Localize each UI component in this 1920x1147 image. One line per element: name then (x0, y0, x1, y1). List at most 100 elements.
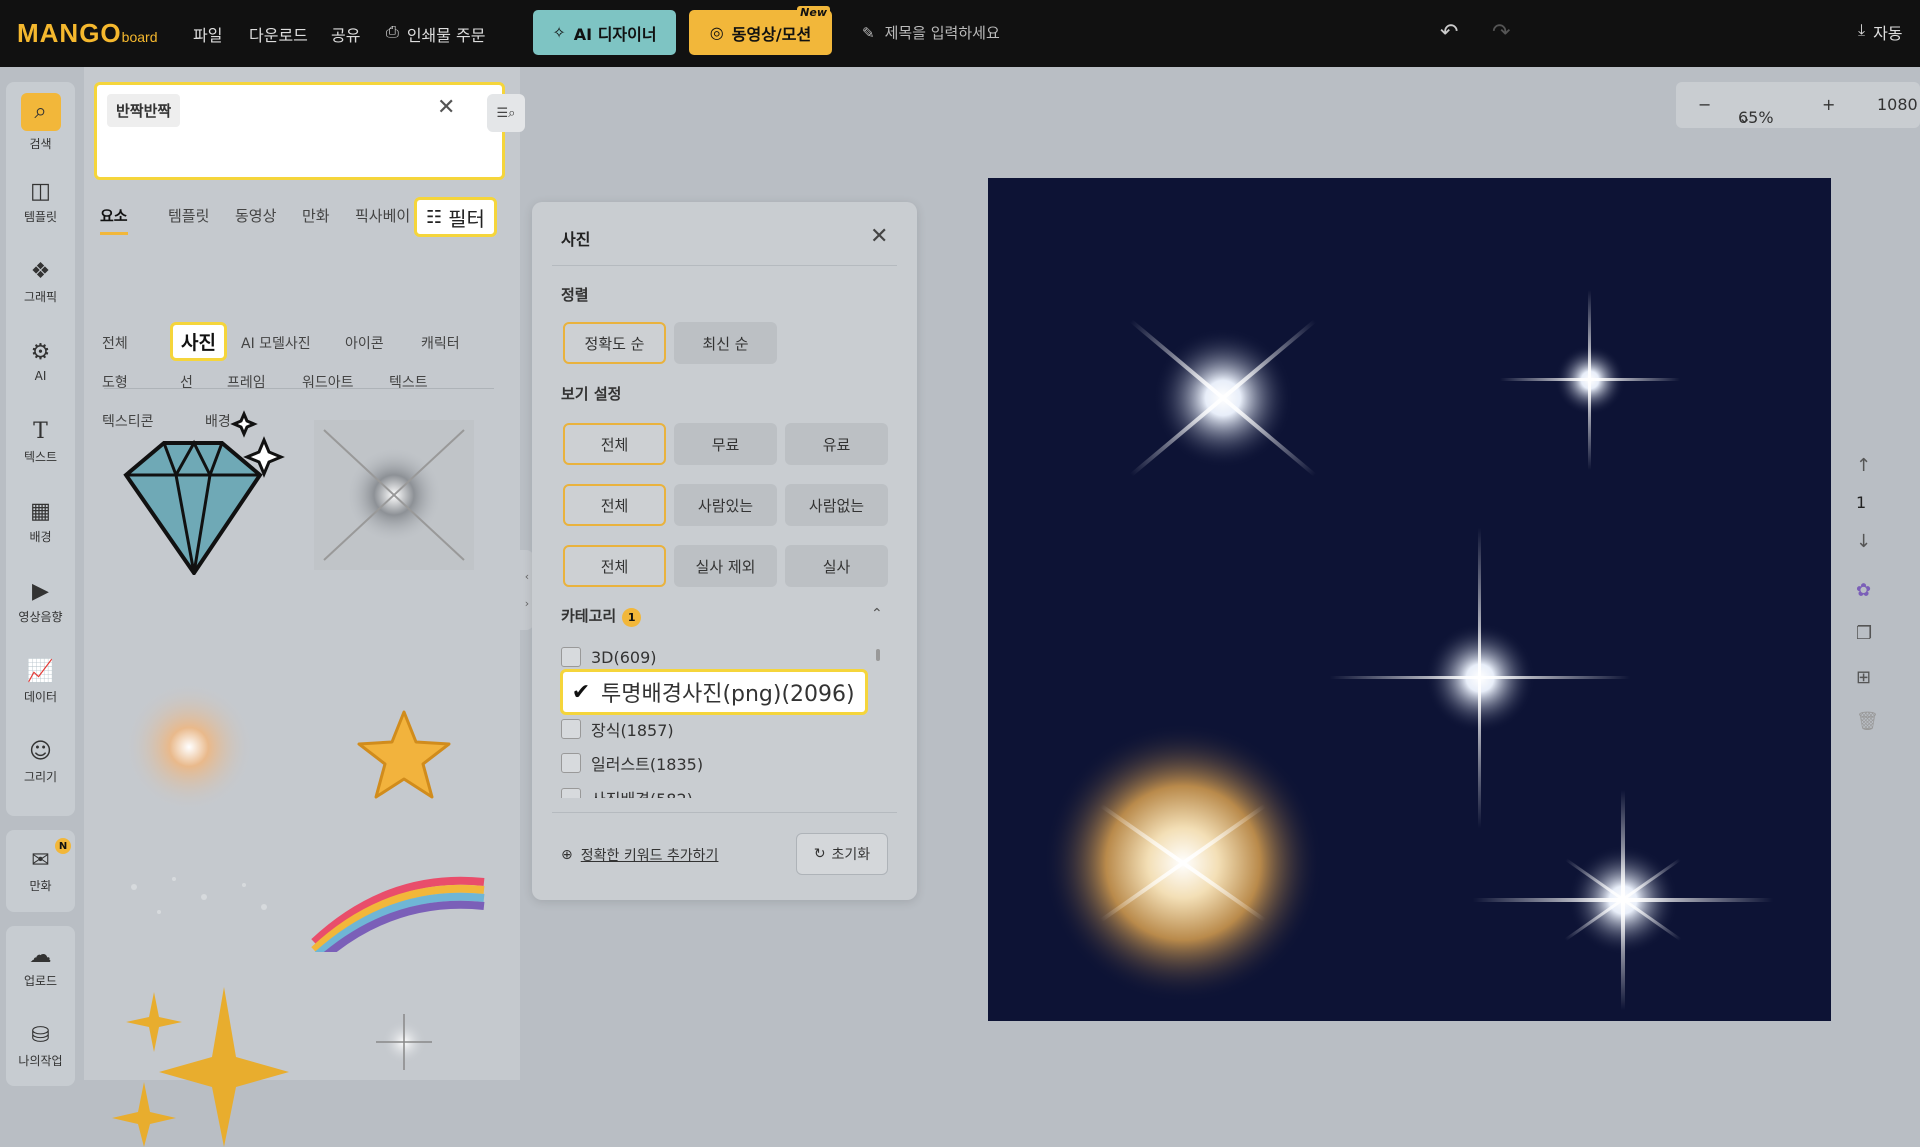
category-checkbox-3d[interactable]: 3D(609) (561, 647, 657, 667)
refresh-icon: ↻ (813, 846, 826, 862)
sidebar-item-data[interactable]: 📈 데이터 (6, 646, 75, 718)
sidebar-item-template[interactable]: ◫ 템플릿 (6, 166, 75, 238)
sidebar-item-ai[interactable]: ⚙ AI (6, 326, 75, 398)
view-settings-label: 보기 설정 (561, 385, 622, 403)
sidebar-item-my-work[interactable]: ⛁ 나의작업 (6, 1010, 75, 1082)
arrow-down-icon[interactable]: ↓ (1856, 531, 1871, 552)
sidebar-item-upload[interactable]: ☁ 업로드 (6, 930, 75, 1002)
result-gold-sparkles[interactable] (104, 982, 294, 1147)
reset-button[interactable]: ↻ 초기화 (796, 833, 888, 875)
sidebar-item-video-audio[interactable]: ▶ 영상음향 (6, 566, 75, 638)
close-icon[interactable]: ✕ (870, 224, 888, 249)
sidebar-item-draw[interactable]: ☺ 그리기 (6, 726, 75, 798)
result-rainbow[interactable] (309, 862, 489, 952)
mangoboard-logo[interactable]: MANGOboard (17, 18, 157, 49)
menu-share[interactable]: 공유 (331, 22, 360, 46)
clear-icon[interactable]: ✕ (437, 95, 455, 120)
printer-icon: ⎙ (386, 22, 399, 41)
category-all[interactable]: 전체 (102, 333, 128, 353)
category-wordart[interactable]: 워드아트 (302, 372, 354, 392)
filter-button[interactable]: ☷ 필터 (414, 197, 497, 237)
people-all-button[interactable]: 전체 (563, 484, 666, 526)
trash-icon[interactable]: 🗑 (1856, 711, 1879, 732)
motion-icon: ◎ (709, 23, 724, 42)
people-with-button[interactable]: 사람있는 (674, 484, 777, 526)
category-ai-model-photo[interactable]: AI 모델사진 (241, 333, 311, 353)
save-icon: ⤓ (1858, 20, 1866, 39)
search-keyword-chip[interactable]: 반짝반짝 (107, 94, 181, 127)
checkbox (561, 788, 581, 798)
category-line[interactable]: 선 (180, 372, 193, 392)
tab-templates[interactable]: 템플릿 (168, 205, 209, 226)
sidebar-item-search[interactable]: ⌕ 검색 (6, 86, 75, 158)
text-icon: T (33, 418, 48, 444)
category-frame[interactable]: 프레임 (227, 372, 266, 392)
sort-accuracy-button[interactable]: 정확도 순 (563, 322, 666, 364)
price-paid-button[interactable]: 유료 (785, 423, 888, 465)
search-submit-button[interactable]: ☰⌕ (487, 94, 525, 132)
filter-divider (552, 812, 897, 813)
price-all-button[interactable]: 전체 (563, 423, 666, 465)
result-small-twinkle[interactable] (374, 1012, 434, 1072)
menu-download[interactable]: 다운로드 (249, 22, 308, 46)
category-checkbox-photo-background[interactable]: 사진배경(582) (561, 786, 693, 798)
edit-pencil-icon: ✎ (862, 23, 875, 42)
autosave-button[interactable]: ⤓ 자동 (1858, 20, 1903, 44)
category-photo[interactable]: 사진 (170, 322, 227, 361)
undo-icon[interactable]: ↶ (1440, 20, 1458, 45)
magic-wand-icon: ✧ (552, 23, 566, 42)
photo-all-button[interactable]: 전체 (563, 545, 666, 587)
category-character[interactable]: 캐릭터 (421, 333, 460, 353)
title-input[interactable]: ✎ 제목을 입력하세요 (862, 22, 1000, 43)
photo-exclude-real-button[interactable]: 실사 제외 (674, 545, 777, 587)
category-shape[interactable]: 도형 (102, 372, 128, 392)
zoom-in-button[interactable]: + (1822, 95, 1835, 114)
add-page-icon[interactable]: ⊞ (1856, 667, 1871, 688)
zoom-out-button[interactable]: − (1698, 95, 1711, 114)
people-without-button[interactable]: 사람없는 (785, 484, 888, 526)
chart-icon: 📈 (26, 658, 55, 684)
add-keyword-link[interactable]: ⊕ 정확한 키워드 추가하기 (561, 845, 718, 865)
duplicate-page-icon[interactable]: ❐ (1856, 623, 1872, 644)
filter-panel: 사진 ✕ 정렬 정확도 순 최신 순 보기 설정 전체 무료 유료 전체 사람있… (532, 202, 917, 900)
sidebar-item-text[interactable]: T 텍스트 (6, 406, 75, 478)
search-input[interactable]: 반짝반짝 ✕ ☰⌕ (94, 82, 525, 180)
redo-icon[interactable]: ↷ (1492, 20, 1510, 45)
print-order-button[interactable]: ⎙ 인쇄물 주문 (386, 22, 486, 46)
result-grey-starburst[interactable] (314, 420, 474, 570)
chevron-up-icon[interactable]: ⌃ (871, 606, 883, 622)
price-free-button[interactable]: 무료 (674, 423, 777, 465)
photo-real-button[interactable]: 실사 (785, 545, 888, 587)
my-work-icon: ⛁ (31, 1022, 50, 1048)
category-checkbox-illustration[interactable]: 일러스트(1835) (561, 751, 703, 775)
sliders-icon: ☷ (426, 206, 443, 228)
tab-videos[interactable]: 동영상 (235, 205, 276, 226)
tab-elements[interactable]: 요소 (100, 205, 128, 235)
category-checkbox-decoration[interactable]: 장식(1857) (561, 717, 674, 741)
category-count-badge: 1 (622, 608, 642, 627)
video-audio-icon: ▶ (32, 578, 49, 604)
video-motion-button[interactable]: ◎ 동영상/모션 New (689, 6, 832, 55)
result-orange-glow[interactable] (114, 677, 264, 827)
color-palette-icon[interactable]: ✿ (1856, 580, 1871, 601)
category-checkbox-transparent-png[interactable]: ✔ 투명배경사진(png)(2096) (560, 669, 868, 715)
ai-designer-button[interactable]: ✧ AI 디자이너 (533, 10, 676, 55)
top-bar: MANGOboard 파일 다운로드 공유 ⎙ 인쇄물 주문 ✧ AI 디자이너 ◎… (0, 0, 1920, 67)
category-scrollbar[interactable] (876, 649, 880, 661)
category-text[interactable]: 텍스트 (389, 372, 428, 392)
result-gold-star[interactable] (354, 707, 454, 802)
filter-panel-title: 사진 (561, 230, 591, 249)
arrow-up-icon[interactable]: ↑ (1856, 455, 1871, 476)
menu-file[interactable]: 파일 (193, 22, 222, 46)
result-faint-sparkles[interactable] (114, 857, 284, 937)
design-canvas[interactable] (988, 178, 1831, 1021)
sort-latest-button[interactable]: 최신 순 (674, 322, 777, 364)
new-badge: New (797, 6, 830, 19)
tab-comics[interactable]: 만화 (302, 205, 330, 226)
graphic-icon: ❖ (30, 258, 51, 284)
sidebar-item-graphic[interactable]: ❖ 그래픽 (6, 246, 75, 318)
result-diamond[interactable] (104, 410, 289, 575)
sidebar-bottom-group: ☁ 업로드 ⛁ 나의작업 (6, 926, 75, 1086)
sidebar-item-background[interactable]: ▦ 배경 (6, 486, 75, 558)
category-icon[interactable]: 아이콘 (345, 333, 384, 353)
